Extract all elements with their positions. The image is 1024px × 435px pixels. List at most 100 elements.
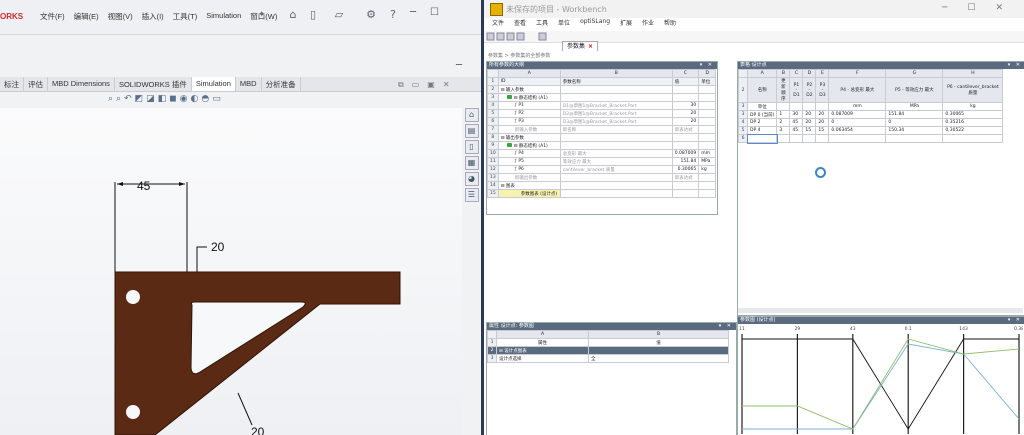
property-row[interactable]: 2 ⊟ 设计点图表	[487, 346, 729, 355]
tab-evaluate[interactable]: 评估	[24, 77, 48, 91]
custom-properties-icon[interactable]: ☰	[464, 188, 479, 202]
zoom-to-fit-icon[interactable]: ⌕	[108, 94, 113, 104]
doc-maximize-icon[interactable]: ▣	[427, 80, 435, 90]
property-row[interactable]: 1 属性值	[487, 338, 729, 347]
outline-row[interactable]: 10 ƒ P4 总变形 最大 0.087009 mm	[487, 149, 717, 158]
wb-menu-optislang[interactable]: optiSLang	[580, 18, 610, 30]
pin-icon[interactable]: ✦	[258, 10, 266, 20]
outline-row[interactable]: 8 ⊟ 输出参数	[487, 133, 717, 142]
menu-tools[interactable]: 工具(T)	[173, 11, 198, 22]
tab-annotation[interactable]: 标注	[0, 77, 24, 91]
wb-close-icon[interactable]: ✕	[996, 3, 1004, 13]
tab-analysis-prep[interactable]: 分析准备	[262, 77, 301, 91]
design-point-row[interactable]: 3 DP 0 (当前) 1 30 20 20 0.087009 151.84 0.30065	[738, 110, 1004, 119]
section-view-icon[interactable]: ◩	[135, 94, 144, 104]
outline-row[interactable]: 14 ⊟ 图表	[487, 181, 717, 190]
menu-edit[interactable]: 编辑(E)	[74, 11, 99, 22]
solidworks-menu-bar: 文件(F) 编辑(E) 视图(V) 插入(I) 工具(T) Simulation…	[40, 11, 277, 22]
previous-view-icon[interactable]: ↶	[124, 94, 132, 104]
column-header[interactable]: 名称	[746, 77, 778, 103]
open-icon[interactable]: ▱	[332, 8, 346, 22]
file-explorer-icon[interactable]: ▯	[464, 140, 479, 154]
scene-icon[interactable]: ◓	[201, 94, 209, 104]
appearances-icon[interactable]: ◕	[464, 172, 479, 186]
column-header[interactable]: P2 - D2	[802, 77, 817, 103]
menu-simulation[interactable]: Simulation	[206, 11, 241, 22]
design-points-panel: 表格 设计点 ▾ ✕ ABCDEFGH 2 名称 更新顺序 P1 - D1 P2 - D2…	[737, 61, 1024, 316]
column-header[interactable]: P3 - D3	[815, 77, 830, 103]
help-icon[interactable]: ?	[386, 8, 400, 22]
home-icon[interactable]: ⌂	[286, 8, 300, 22]
wb-menu-view[interactable]: 查看	[514, 18, 526, 30]
new-document-icon[interactable]: ▯	[306, 8, 320, 22]
wb-menu-units[interactable]: 单位	[558, 18, 570, 30]
wb-maximize-icon[interactable]: ☐	[967, 3, 975, 13]
view-settings-icon[interactable]: ▭	[212, 94, 221, 104]
design-point-row[interactable]: 4 DP 2 2 45 20 20 0 0 0.35216	[738, 118, 1004, 127]
column-header[interactable]: P4 - 总变形 最大	[828, 77, 887, 103]
tab-parameter-set[interactable]: 参数集 ×	[562, 41, 599, 51]
dimension-lower-label[interactable]: 20	[251, 425, 265, 435]
column-header[interactable]: P5 - 等效应力 最大	[885, 77, 944, 103]
display-style-icon[interactable]: ◼	[169, 94, 176, 104]
parameter-chart[interactable]: 11 29 43 0.1 143 0.38	[738, 324, 1024, 434]
bracket-hole-top	[126, 290, 140, 304]
tab-close-icon[interactable]: ×	[588, 43, 593, 50]
minimize-icon[interactable]: ─	[410, 7, 416, 18]
outline-row[interactable]: 11 ƒ P5 等效应力 最大 151.84 MPa	[487, 157, 717, 166]
edit-appearance-icon[interactable]: ◐	[191, 94, 199, 104]
graphics-area[interactable]: 45 20 20	[0, 108, 462, 435]
dimension-width-label[interactable]: 45	[137, 179, 151, 193]
wb-minimize-icon[interactable]: ─	[942, 3, 947, 13]
bracket-body[interactable]	[114, 271, 401, 435]
dynamic-annotation-icon[interactable]: ◪	[146, 94, 155, 104]
doc-close-icon[interactable]: ✕	[443, 80, 450, 90]
outline-row[interactable]: 5 ƒ P2 D2@草图1@Bracket_Bracket.Part 20	[487, 109, 717, 118]
outline-row[interactable]: 12 ƒ P6 cantilever_bracket 质量 0.30065 kg	[487, 165, 717, 174]
tab-solidworks-addins[interactable]: SOLIDWORKS 插件	[115, 77, 192, 91]
wb-menu-file[interactable]: 文件	[492, 18, 504, 30]
toolbar-icons[interactable]	[484, 31, 564, 42]
column-header[interactable]: P6 - cantilever_bracket 质量	[942, 77, 1004, 103]
wb-menu-tools[interactable]: 工具	[536, 18, 548, 30]
tab-mbd-dimensions[interactable]: MBD Dimensions	[48, 77, 115, 91]
column-header[interactable]: P1 - D1	[789, 77, 804, 103]
horizontal-scrollbar[interactable]	[738, 308, 1023, 313]
outline-row[interactable]: 13 新输出参数 新表达式	[487, 173, 717, 182]
options-icon[interactable]: ⚙	[364, 8, 378, 22]
wb-menu-extensions[interactable]: 扩展	[620, 18, 632, 30]
outline-row[interactable]: 7 新输入参数 新名称 新表达式	[487, 125, 717, 134]
view-orientation-icon[interactable]: ◧	[158, 94, 167, 104]
solidworks-resources-icon[interactable]: ⌂	[464, 108, 479, 122]
wb-menu-jobs[interactable]: 作业	[642, 18, 654, 30]
view-palette-icon[interactable]: ▦	[464, 156, 479, 170]
hide-show-icon[interactable]: ◉	[180, 94, 188, 104]
design-point-row[interactable]: 6	[738, 133, 1004, 144]
dimension-thickness-label[interactable]: 20	[211, 240, 225, 254]
menu-file[interactable]: 文件(F)	[40, 11, 65, 22]
outline-row[interactable]: 4 ƒ P1 D1@草图1@Bracket_Bracket.Part 30	[487, 101, 717, 110]
outline-row[interactable]: 9 ⊟ 静态结构 (A1)	[487, 141, 717, 150]
tab-simulation[interactable]: Simulation	[191, 77, 236, 91]
restore-icon[interactable]: ▭	[412, 80, 420, 90]
outline-row[interactable]: 3 ⊟ 静态结构 (A1)	[487, 93, 717, 102]
tab-mbd[interactable]: MBD	[236, 77, 262, 91]
design-point-row[interactable]: 5 DP 4 3 45 15 15 0.063454 150.34 0.30522	[738, 126, 1004, 135]
menu-insert[interactable]: 插入(I)	[142, 11, 164, 22]
column-header[interactable]: 更新顺序	[776, 77, 791, 103]
wb-menu-help[interactable]: 帮助	[664, 18, 676, 30]
outline-row[interactable]: 1 ID 参数名称值单位	[487, 77, 717, 86]
menu-view[interactable]: 视图(V)	[108, 11, 133, 22]
design-library-icon[interactable]: ▤	[464, 124, 479, 138]
outline-row[interactable]: 6 ƒ P3 D3@草图1@Bracket_Bracket.Part 20	[487, 117, 717, 126]
maximize-icon[interactable]: ☐	[430, 7, 439, 18]
tile-icon[interactable]: ⧉	[398, 80, 404, 90]
bracket-hole-bottom	[126, 405, 140, 419]
outline-row[interactable]: 2 ⊟ 输入参数	[487, 85, 717, 94]
doc-minimize-icon[interactable]: ─	[456, 61, 462, 71]
zoom-area-icon[interactable]: ⌕	[116, 94, 121, 104]
outline-row[interactable]: 15 参数图表 (设计点)	[487, 189, 717, 198]
parameter-icon: ƒ	[514, 167, 517, 172]
property-row[interactable]: 3 设计点选择全	[487, 354, 729, 363]
bracket-sketch: 45 20 20	[114, 179, 401, 435]
